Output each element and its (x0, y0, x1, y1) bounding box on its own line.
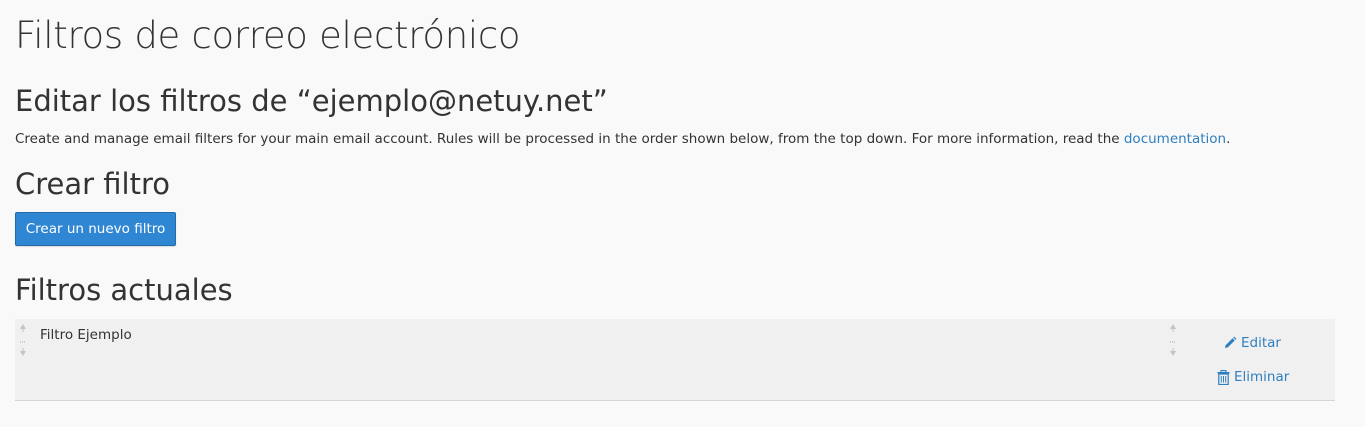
edit-filter-link[interactable]: Editar (1223, 335, 1281, 351)
current-filters-heading: Filtros actuales (15, 273, 233, 307)
documentation-link[interactable]: documentation (1124, 131, 1226, 147)
delete-filter-link[interactable]: Eliminar (1217, 369, 1289, 385)
pencil-icon (1223, 336, 1237, 350)
sort-arrows-icon[interactable] (1167, 322, 1179, 362)
create-filter-heading: Crear filtro (15, 167, 171, 201)
edit-filters-description: Create and manage email filters for your… (15, 131, 1230, 147)
email-filters-page: Filtros de correo electrónico Editar los… (0, 0, 1365, 427)
create-new-filter-button[interactable]: Crear un nuevo filtro (15, 212, 176, 246)
filter-name: Filtro Ejemplo (40, 327, 132, 343)
edit-label: Editar (1241, 335, 1281, 351)
filters-table: Filtro Ejemplo Editar Eliminar (15, 319, 1335, 401)
edit-filters-heading: Editar los filtros de “ejemplo@netuy.net… (15, 84, 608, 118)
description-suffix: . (1226, 131, 1231, 147)
page-title: Filtros de correo electrónico (15, 14, 521, 57)
trash-icon (1217, 369, 1230, 385)
sort-arrows-icon[interactable] (17, 322, 29, 362)
description-text: Create and manage email filters for your… (15, 131, 1124, 147)
delete-label: Eliminar (1234, 369, 1290, 385)
